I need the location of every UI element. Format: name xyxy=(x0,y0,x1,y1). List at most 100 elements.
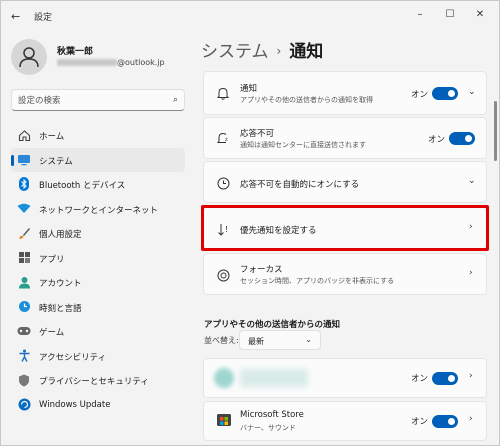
app-subtitle: バナー、サウンド xyxy=(240,424,296,432)
sidebar-item-label: ゲーム xyxy=(39,328,65,338)
sidebar-item-label: ネットワークとインターネット xyxy=(39,205,159,216)
sidebar-nav: ホーム システム Bluetooth とデバイス ネットワークとインターネット … xyxy=(11,123,185,417)
notifications-setting[interactable]: 通知 アプリやその他の送信者からの通知を取得 オン ⌄ xyxy=(203,71,487,115)
sidebar-item-bluetooth[interactable]: Bluetooth とデバイス xyxy=(11,172,185,197)
toggle-state-label: オン xyxy=(411,90,429,100)
section-heading: アプリやその他の送信者からの通知 xyxy=(204,320,341,330)
sidebar-item-time-language[interactable]: 時刻と言語 xyxy=(11,295,185,320)
search-input[interactable] xyxy=(18,94,168,107)
apps-icon xyxy=(17,251,31,265)
home-icon xyxy=(17,128,31,142)
shield-icon xyxy=(17,373,31,387)
priority-sort-icon: ! xyxy=(216,222,230,236)
chevron-down-icon[interactable]: ⌄ xyxy=(468,176,476,186)
bell-snooze-icon: z xyxy=(216,131,230,145)
person-icon xyxy=(19,47,39,68)
sidebar-item-personalization[interactable]: 個人用設定 xyxy=(11,221,185,246)
email-redacted xyxy=(57,59,117,66)
bluetooth-icon xyxy=(17,177,31,191)
dnd-setting[interactable]: z 応答不可 通知は通知センターに直接送信されます オン xyxy=(203,117,487,159)
sort-label: 並べ替え: xyxy=(204,336,239,345)
setting-subtitle: セッション時間、アプリのバッジを非表示にする xyxy=(240,277,395,285)
close-icon[interactable]: ✕ xyxy=(466,3,494,27)
setting-title: 通知 xyxy=(240,84,258,94)
sidebar-item-accessibility[interactable]: アクセシビリティ xyxy=(11,344,185,369)
chevron-down-icon[interactable]: ⌄ xyxy=(468,87,476,97)
setting-title: 優先通知を設定する xyxy=(240,226,317,236)
setting-title: 応答不可を自動的にオンにする xyxy=(240,180,360,190)
update-icon xyxy=(17,398,31,412)
gamepad-icon xyxy=(17,324,31,338)
sidebar-item-label: Bluetooth とデバイス xyxy=(39,181,126,191)
breadcrumb-separator: › xyxy=(276,44,282,58)
notifications-toggle[interactable] xyxy=(432,87,458,100)
breadcrumb: システム › 通知 xyxy=(201,37,323,62)
sort-dropdown[interactable]: 最新 ⌄ xyxy=(239,330,321,350)
chevron-right-icon[interactable]: › xyxy=(469,371,473,381)
chevron-right-icon[interactable]: › xyxy=(469,414,473,424)
sidebar-item-system[interactable]: システム xyxy=(11,147,185,172)
sidebar-item-label: システム xyxy=(39,156,73,167)
avatar xyxy=(11,39,47,75)
sidebar-item-gaming[interactable]: ゲーム xyxy=(11,319,185,344)
sidebar-item-apps[interactable]: アプリ xyxy=(11,246,185,271)
app-toggle[interactable] xyxy=(432,415,458,428)
toggle-state-label: オン xyxy=(411,417,429,427)
auto-dnd-setting[interactable]: 応答不可を自動的にオンにする ⌄ xyxy=(203,161,487,203)
app-notification-row[interactable]: Microsoft Store バナー、サウンド オン › xyxy=(203,401,487,441)
setting-title: フォーカス xyxy=(240,265,283,275)
sidebar-item-label: 個人用設定 xyxy=(39,230,82,240)
bell-icon xyxy=(216,86,230,100)
setting-title: 応答不可 xyxy=(240,129,275,139)
app-name: Microsoft Store xyxy=(240,410,304,420)
focus-setting[interactable]: フォーカス セッション時間、アプリのバッジを非表示にする › xyxy=(203,253,487,295)
minimize-icon[interactable]: – xyxy=(406,3,434,27)
accessibility-icon xyxy=(17,349,31,363)
page-title: 通知 xyxy=(289,42,324,62)
title-bar: ← 設定 – ☐ ✕ xyxy=(1,1,499,31)
scrollbar[interactable] xyxy=(494,101,497,161)
focus-icon xyxy=(216,268,230,282)
sidebar-item-label: 時刻と言語 xyxy=(39,303,82,314)
sidebar-item-label: ホーム xyxy=(39,132,65,142)
back-arrow-icon[interactable]: ← xyxy=(11,10,20,23)
settings-window: ← 設定 – ☐ ✕ 秋葉一郎 @outlook.jp ⌕ ホーム xyxy=(0,0,500,446)
svg-text:z: z xyxy=(225,137,228,143)
maximize-icon[interactable]: ☐ xyxy=(436,3,464,27)
chevron-down-icon: ⌄ xyxy=(305,335,312,344)
sidebar-item-label: プライバシーとセキュリティ xyxy=(39,377,149,387)
settings-search-box[interactable]: ⌕ xyxy=(11,89,185,111)
sidebar-item-home[interactable]: ホーム xyxy=(11,123,185,148)
sidebar-item-label: アプリ xyxy=(39,254,65,265)
user-email: @outlook.jp xyxy=(57,58,165,67)
wifi-icon xyxy=(17,202,31,216)
breadcrumb-parent[interactable]: システム xyxy=(201,42,269,62)
user-name: 秋葉一郎 xyxy=(57,47,94,57)
user-email-domain: @outlook.jp xyxy=(117,58,165,67)
toggle-state-label: オン xyxy=(428,135,446,145)
sidebar-item-accounts[interactable]: アカウント xyxy=(11,270,185,295)
sidebar-item-privacy[interactable]: プライバシーとセキュリティ xyxy=(11,368,185,393)
sidebar-item-label: アクセシビリティ xyxy=(39,352,107,363)
sidebar-item-label: アカウント xyxy=(39,279,82,289)
sidebar-item-windows-update[interactable]: Windows Update xyxy=(11,393,185,418)
chevron-right-icon[interactable]: › xyxy=(469,222,473,232)
sidebar-item-network[interactable]: ネットワークとインターネット xyxy=(11,197,185,222)
app-icon-redacted xyxy=(214,368,234,388)
toggle-state-label: オン xyxy=(411,374,429,384)
window-title: 設定 xyxy=(34,13,53,23)
account-icon xyxy=(17,275,31,289)
globe-clock-icon xyxy=(17,300,31,314)
setting-subtitle: 通知は通知センターに直接送信されます xyxy=(240,141,366,149)
app-name-redacted xyxy=(240,369,308,387)
app-toggle[interactable] xyxy=(432,372,458,385)
search-icon[interactable]: ⌕ xyxy=(173,95,178,105)
clock-icon xyxy=(216,176,230,190)
chevron-right-icon[interactable]: › xyxy=(469,268,473,278)
dnd-toggle[interactable] xyxy=(449,132,475,145)
sidebar-item-label: Windows Update xyxy=(39,399,111,410)
sort-value: 最新 xyxy=(248,337,264,346)
priority-notifications-setting[interactable]: ! 優先通知を設定する › xyxy=(203,207,487,249)
app-notification-row[interactable]: オン › xyxy=(203,358,487,398)
store-icon xyxy=(216,411,232,427)
